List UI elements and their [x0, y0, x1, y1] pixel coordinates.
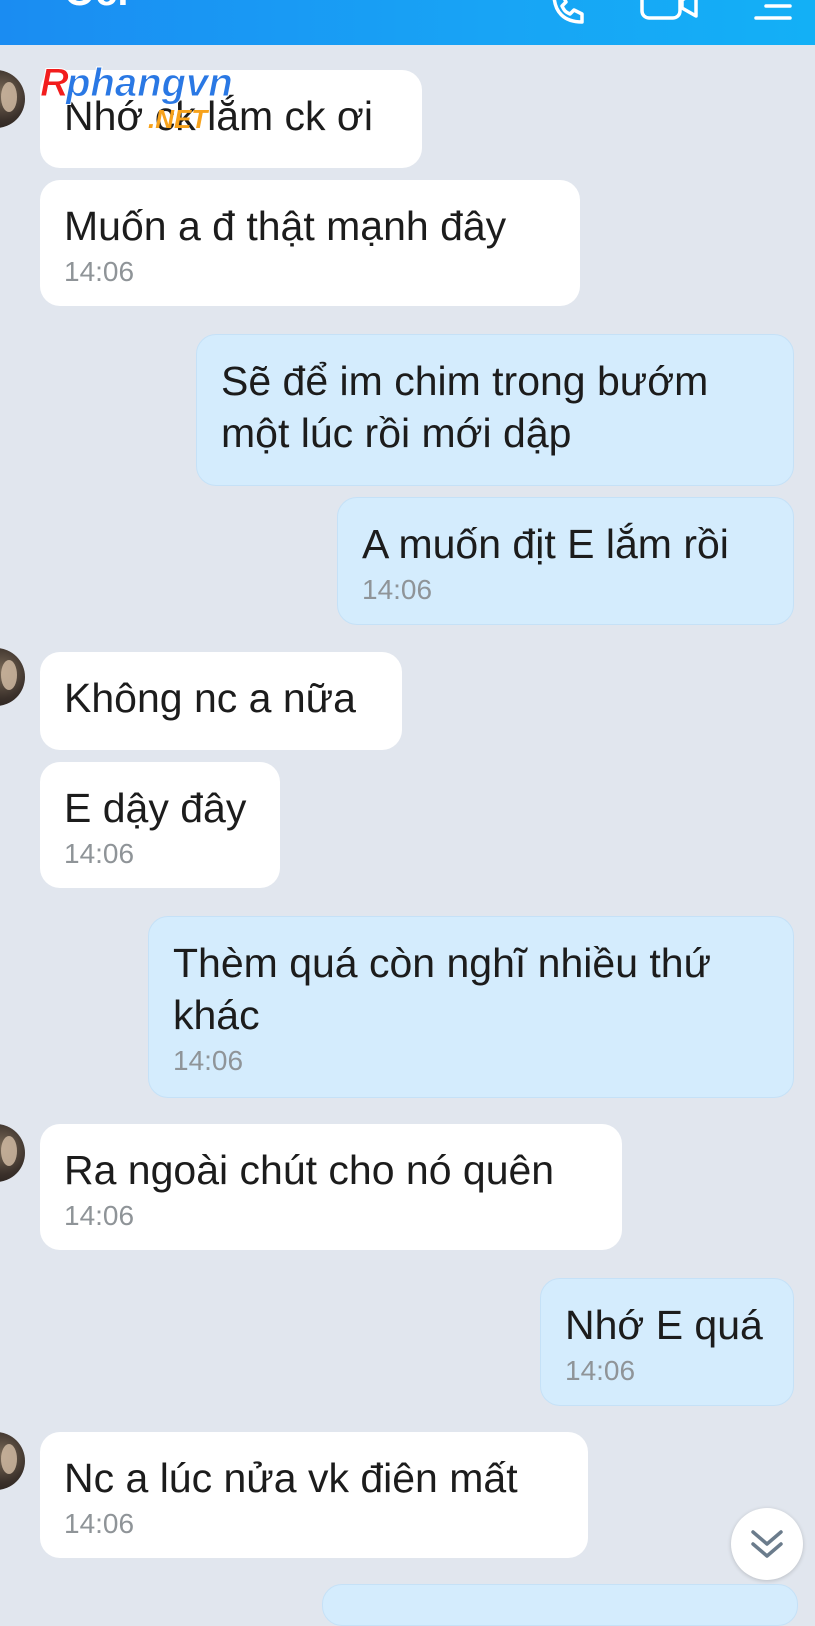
- contact-avatar[interactable]: [0, 648, 25, 706]
- svg-text:phangvn: phangvn: [65, 61, 233, 105]
- scroll-to-bottom-button[interactable]: [731, 1508, 803, 1580]
- message-text: Nc a lúc nửa vk điên mất: [64, 1455, 518, 1501]
- message-text-line: Thèm quá còn nghĩ nhiều thứ: [173, 940, 712, 986]
- message-timestamp: 14:06: [64, 1200, 135, 1231]
- message-timestamp: 14:06: [173, 1045, 244, 1076]
- incoming-message[interactable]: E dậy đây 14:06: [40, 762, 280, 888]
- message-text: Không nc a nữa: [64, 675, 356, 721]
- incoming-message[interactable]: Nc a lúc nửa vk điên mất 14:06: [40, 1432, 588, 1558]
- message-timestamp: 14:06: [565, 1355, 636, 1386]
- contact-avatar[interactable]: [0, 1432, 25, 1490]
- phone-icon[interactable]: [548, 0, 588, 28]
- chat-header: Oci: [0, 0, 815, 45]
- message-text: Muốn a đ thật mạnh đây: [64, 203, 507, 249]
- message-timestamp: 14:06: [64, 1508, 135, 1539]
- outgoing-message-partial[interactable]: [322, 1584, 798, 1626]
- message-text-line: khác: [173, 992, 260, 1038]
- svg-text:.NET: .NET: [148, 104, 209, 134]
- message-text: Nhớ E quá: [565, 1302, 763, 1348]
- message-timestamp: 14:06: [64, 256, 135, 287]
- double-chevron-down-icon: [751, 1530, 783, 1558]
- outgoing-message[interactable]: Thèm quá còn nghĩ nhiều thứ khác 14:06: [148, 916, 794, 1098]
- incoming-message[interactable]: Ra ngoài chút cho nó quên 14:06: [40, 1124, 622, 1250]
- message-text: E dậy đây: [64, 785, 247, 831]
- message-text: Ra ngoài chút cho nó quên: [64, 1147, 555, 1193]
- incoming-message[interactable]: Muốn a đ thật mạnh đây 14:06: [40, 180, 580, 306]
- menu-list-icon[interactable]: [752, 0, 792, 22]
- message-text-line: một lúc rồi mới dập: [221, 410, 572, 456]
- chat-title[interactable]: Oci: [64, 0, 128, 15]
- contact-avatar[interactable]: [0, 70, 25, 128]
- outgoing-message[interactable]: Nhớ E quá 14:06: [540, 1278, 794, 1406]
- svg-text:R: R: [40, 61, 69, 105]
- outgoing-message[interactable]: A muốn địt E lắm rồi 14:06: [337, 497, 794, 625]
- contact-avatar[interactable]: [0, 1124, 25, 1182]
- outgoing-message[interactable]: Sẽ để im chim trong bướm một lúc rồi mới…: [196, 334, 794, 486]
- message-text-line: Sẽ để im chim trong bướm: [221, 358, 709, 404]
- site-watermark-logo: R phangvn .NET: [40, 61, 233, 135]
- message-text: A muốn địt E lắm rồi: [362, 521, 729, 567]
- incoming-message[interactable]: Không nc a nữa: [40, 652, 402, 750]
- message-timestamp: 14:06: [64, 838, 135, 869]
- message-timestamp: 14:06: [362, 574, 433, 605]
- video-call-icon[interactable]: [640, 0, 700, 24]
